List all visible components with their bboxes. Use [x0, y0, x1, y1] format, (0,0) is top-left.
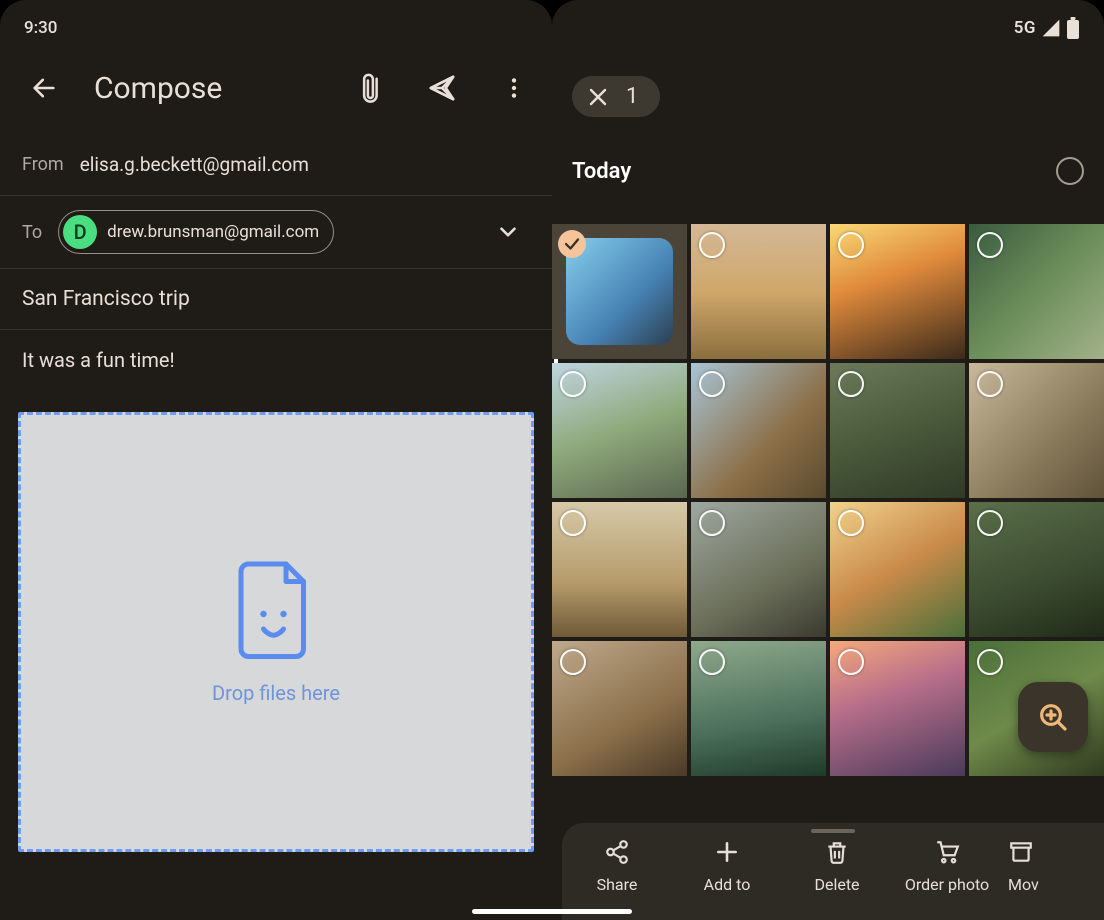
- drop-text: Drop files here: [212, 681, 340, 705]
- recipient-avatar: D: [63, 215, 97, 249]
- add-to-action[interactable]: Add to: [672, 839, 782, 894]
- photo-thumb-selected[interactable]: [552, 224, 687, 359]
- select-circle-icon[interactable]: [977, 371, 1003, 397]
- compose-title: Compose: [94, 71, 320, 106]
- file-smile-icon: [231, 559, 321, 659]
- select-circle-icon[interactable]: [699, 649, 725, 675]
- photo-thumb[interactable]: [830, 363, 965, 498]
- status-time: 9:30: [24, 18, 57, 38]
- select-circle-icon[interactable]: [838, 232, 864, 258]
- photo-thumb[interactable]: [691, 502, 826, 637]
- selected-check-icon: [558, 230, 586, 258]
- zoom-in-icon: [1037, 701, 1069, 733]
- compose-app-bar: Compose: [0, 56, 552, 120]
- order-photo-label: Order photo: [905, 875, 989, 894]
- photos-picker-pane: 5G 1 Today: [552, 0, 1104, 920]
- order-photo-action[interactable]: Order photo: [892, 839, 1002, 894]
- to-label: To: [22, 222, 42, 243]
- photo-thumb[interactable]: [969, 363, 1104, 498]
- paperclip-icon: [355, 73, 385, 103]
- attach-button[interactable]: [348, 66, 392, 110]
- selection-bar: 1: [552, 56, 1104, 121]
- recipient-email: drew.brunsman@gmail.com: [107, 222, 319, 242]
- move-label: Mov: [1008, 875, 1039, 894]
- chevron-down-icon: [495, 219, 521, 245]
- send-icon: [427, 73, 457, 103]
- back-button[interactable]: [22, 66, 66, 110]
- photo-thumb[interactable]: [830, 641, 965, 776]
- delete-action[interactable]: Delete: [782, 839, 892, 894]
- share-label: Share: [597, 875, 638, 894]
- archive-icon: [1008, 839, 1034, 865]
- subject-text: San Francisco trip: [22, 287, 190, 311]
- select-all-day-button[interactable]: [1056, 157, 1084, 185]
- recipient-chip[interactable]: D drew.brunsman@gmail.com: [58, 210, 334, 254]
- photo-thumb[interactable]: [552, 502, 687, 637]
- select-circle-icon[interactable]: [977, 232, 1003, 258]
- file-drop-zone[interactable]: Drop files here: [18, 412, 534, 852]
- select-circle-icon[interactable]: [699, 371, 725, 397]
- select-circle-icon[interactable]: [560, 371, 586, 397]
- photo-thumb[interactable]: [969, 224, 1104, 359]
- body-text: It was a fun time!: [22, 348, 175, 372]
- cart-icon: [934, 839, 960, 865]
- section-header: Today: [552, 121, 1104, 199]
- delete-label: Delete: [814, 875, 859, 894]
- share-action[interactable]: Share: [562, 839, 672, 894]
- select-circle-icon[interactable]: [699, 232, 725, 258]
- photo-thumb[interactable]: [691, 224, 826, 359]
- plus-icon: [714, 839, 740, 865]
- more-button[interactable]: [492, 66, 536, 110]
- select-circle-icon[interactable]: [560, 649, 586, 675]
- add-to-label: Add to: [704, 875, 751, 894]
- nav-handle[interactable]: [472, 909, 632, 914]
- network-label: 5G: [1014, 18, 1036, 38]
- close-icon[interactable]: [586, 85, 610, 109]
- share-icon: [604, 839, 630, 865]
- photo-thumb[interactable]: [691, 641, 826, 776]
- subject-field[interactable]: San Francisco trip: [0, 269, 552, 330]
- photo-thumb[interactable]: [552, 641, 687, 776]
- select-circle-icon[interactable]: [699, 510, 725, 536]
- more-vert-icon: [501, 75, 527, 101]
- drag-handle[interactable]: [811, 829, 855, 833]
- select-circle-icon[interactable]: [977, 649, 1003, 675]
- select-circle-icon[interactable]: [838, 371, 864, 397]
- signal-icon: [1040, 18, 1062, 38]
- photo-thumb[interactable]: [691, 363, 826, 498]
- photo-thumb[interactable]: [830, 224, 965, 359]
- photo-thumb[interactable]: [830, 502, 965, 637]
- selection-count: 1: [626, 84, 638, 109]
- from-value: elisa.g.beckett@gmail.com: [80, 153, 309, 176]
- select-circle-icon[interactable]: [977, 510, 1003, 536]
- photo-action-bar: Share Add to Delete Order photo Mov: [562, 823, 1104, 920]
- photo-thumb[interactable]: [552, 363, 687, 498]
- battery-icon: [1066, 17, 1080, 39]
- email-body[interactable]: It was a fun time!: [0, 330, 552, 382]
- selection-pill[interactable]: 1: [572, 76, 660, 117]
- move-archive-action[interactable]: Mov: [1002, 839, 1104, 894]
- send-button[interactable]: [420, 66, 464, 110]
- from-label: From: [22, 154, 64, 175]
- arrow-back-icon: [30, 74, 58, 102]
- to-field[interactable]: To D drew.brunsman@gmail.com: [0, 196, 552, 269]
- select-circle-icon[interactable]: [838, 510, 864, 536]
- trash-icon: [824, 839, 850, 865]
- select-circle-icon[interactable]: [560, 510, 586, 536]
- status-bar-left: 9:30: [0, 0, 552, 56]
- expand-recipients-button[interactable]: [486, 210, 530, 254]
- section-title: Today: [572, 159, 631, 184]
- select-circle-icon[interactable]: [838, 649, 864, 675]
- photo-thumb[interactable]: [969, 502, 1104, 637]
- from-field[interactable]: From elisa.g.beckett@gmail.com: [0, 134, 552, 196]
- status-bar-right: 5G: [552, 0, 1104, 56]
- gmail-compose-pane: 9:30 Compose From elisa.g.beckett@gmail.…: [0, 0, 552, 920]
- zoom-fab[interactable]: [1018, 682, 1088, 752]
